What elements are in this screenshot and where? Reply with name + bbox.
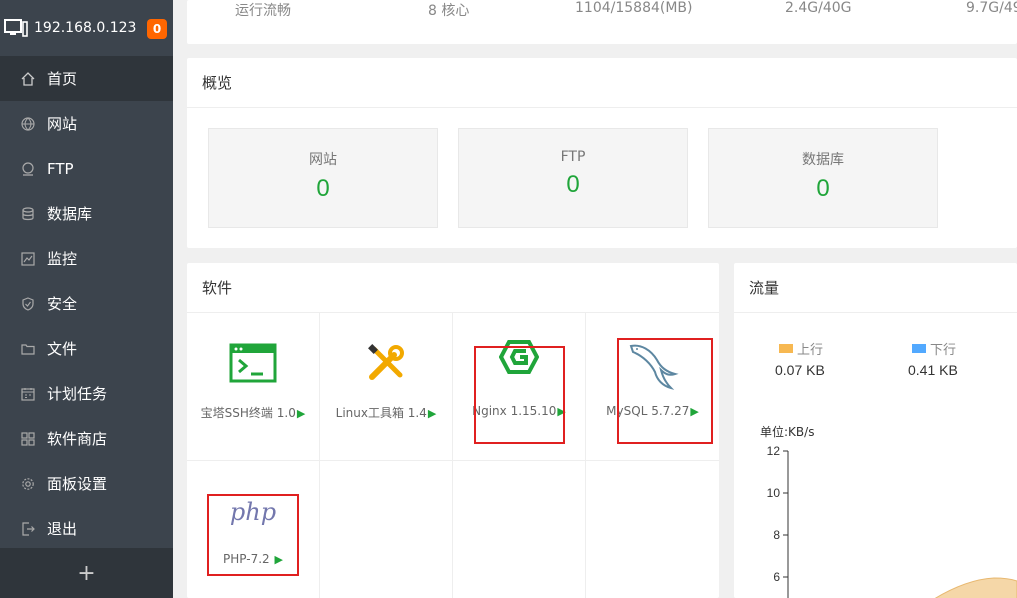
overview-card-website[interactable]: 网站 0 — [208, 128, 438, 228]
sidebar-item-label: 计划任务 — [47, 385, 108, 403]
shield-icon — [20, 296, 35, 311]
software-name: 宝塔SSH终端 1.0 — [200, 406, 296, 420]
add-button[interactable]: + — [0, 548, 173, 598]
sidebar-item-label: 监控 — [47, 250, 78, 268]
card-label: 数据库 — [802, 152, 844, 168]
sidebar-item-store[interactable]: 软件商店 — [0, 416, 173, 461]
folder-icon — [20, 341, 35, 356]
y-tick-label: 12 — [767, 444, 781, 458]
overview-title: 概览 — [187, 58, 1017, 108]
calendar-icon — [20, 386, 35, 401]
software-item-linux-tools[interactable]: Linux工具箱 1.4▶ — [320, 313, 453, 461]
software-empty-slot — [320, 461, 453, 598]
disk-usage-2: 9.7G/49 — [966, 0, 1017, 16]
sidebar: 192.168.0.123 0 首页 网站 FTP 数据库 监控 安全 文件 计… — [0, 0, 173, 598]
card-value: 0 — [316, 175, 330, 202]
y-tick-label: 8 — [773, 528, 780, 542]
sidebar-item-label: 软件商店 — [47, 430, 108, 448]
status-strip: 运行流畅 8 核心 1104/15884(MB) 2.4G/40G 9.7G/4… — [187, 0, 1017, 44]
sidebar-item-security[interactable]: 安全 — [0, 281, 173, 326]
highlight-box-mysql — [617, 338, 713, 444]
software-panel: 软件 宝塔SSH终端 1.0▶ Linux工具箱 1.4▶ Nginx 1.15… — [187, 263, 719, 598]
card-value: 0 — [816, 175, 830, 202]
highlight-box-nginx — [474, 346, 565, 444]
card-label: 网站 — [309, 152, 337, 168]
sidebar-item-home[interactable]: 首页 — [0, 56, 173, 101]
sidebar-item-label: 安全 — [47, 295, 78, 313]
terminal-icon — [229, 343, 277, 383]
down-value: 0.41 KB — [908, 362, 958, 378]
sidebar-item-label: 首页 — [47, 70, 78, 88]
monitor-icon — [4, 19, 28, 37]
software-empty-slot — [586, 461, 719, 598]
memory-usage: 1104/15884(MB) — [575, 0, 693, 16]
software-title: 软件 — [187, 263, 719, 313]
sidebar-item-database[interactable]: 数据库 — [0, 191, 173, 236]
sidebar-header: 192.168.0.123 0 — [0, 0, 173, 56]
home-icon — [20, 71, 35, 86]
legend-label: 下行 — [930, 343, 957, 358]
grid-icon — [20, 431, 35, 446]
notification-badge[interactable]: 0 — [147, 19, 167, 39]
legend-swatch-down — [912, 344, 926, 353]
software-empty-slot — [453, 461, 586, 598]
gear-icon — [20, 476, 35, 491]
sidebar-item-label: FTP — [47, 159, 74, 178]
software-name: Linux工具箱 1.4 — [335, 406, 427, 420]
y-tick-label: 6 — [773, 570, 780, 584]
card-value: 0 — [566, 171, 580, 198]
database-icon — [20, 206, 35, 221]
legend-label: 上行 — [797, 343, 824, 358]
play-icon[interactable]: ▶ — [428, 407, 436, 420]
sidebar-item-cron[interactable]: 计划任务 — [0, 371, 173, 416]
software-item-ssh[interactable]: 宝塔SSH终端 1.0▶ — [187, 313, 320, 461]
overview-card-ftp[interactable]: FTP 0 — [458, 128, 688, 228]
load-status: 运行流畅 — [235, 3, 291, 19]
sidebar-item-files[interactable]: 文件 — [0, 326, 173, 371]
legend-up: 上行 — [779, 339, 823, 358]
traffic-panel: 流量 上行 下行 0.07 KB 0.41 KB 单位:KB/s 12 10 8 6 — [734, 263, 1017, 598]
play-icon[interactable]: ▶ — [297, 407, 305, 420]
legend-down: 下行 — [912, 339, 956, 358]
traffic-title: 流量 — [734, 263, 1017, 313]
overview-card-database[interactable]: 数据库 0 — [708, 128, 938, 228]
tools-icon — [368, 344, 404, 380]
sidebar-item-settings[interactable]: 面板设置 — [0, 461, 173, 506]
overview-panel: 概览 网站 0 FTP 0 数据库 0 — [187, 58, 1017, 248]
legend-swatch-up — [779, 344, 793, 353]
y-tick-label: 10 — [767, 486, 781, 500]
sidebar-item-label: 退出 — [47, 520, 78, 538]
sidebar-item-label: 文件 — [47, 340, 78, 358]
chart-unit-label: 单位:KB/s — [760, 425, 815, 439]
card-label: FTP — [560, 149, 586, 165]
host-address: 192.168.0.123 — [34, 20, 137, 36]
cpu-cores: 8 核心 — [428, 3, 470, 19]
logout-icon — [20, 521, 35, 536]
ftp-icon — [20, 161, 35, 176]
highlight-box-php — [207, 494, 299, 576]
up-value: 0.07 KB — [775, 362, 825, 378]
sidebar-item-label: 数据库 — [47, 205, 93, 223]
sidebar-item-logout[interactable]: 退出 — [0, 506, 173, 551]
disk-usage-1: 2.4G/40G — [785, 0, 852, 16]
traffic-chart: 12 10 8 6 — [767, 444, 1017, 598]
sidebar-item-ftp[interactable]: FTP — [0, 146, 173, 191]
sidebar-item-label: 面板设置 — [47, 475, 108, 493]
globe-icon — [20, 116, 35, 131]
sidebar-item-monitor[interactable]: 监控 — [0, 236, 173, 281]
sidebar-item-website[interactable]: 网站 — [0, 101, 173, 146]
chart-icon — [20, 251, 35, 266]
upload-area-series — [934, 577, 1017, 598]
sidebar-item-label: 网站 — [47, 115, 78, 133]
